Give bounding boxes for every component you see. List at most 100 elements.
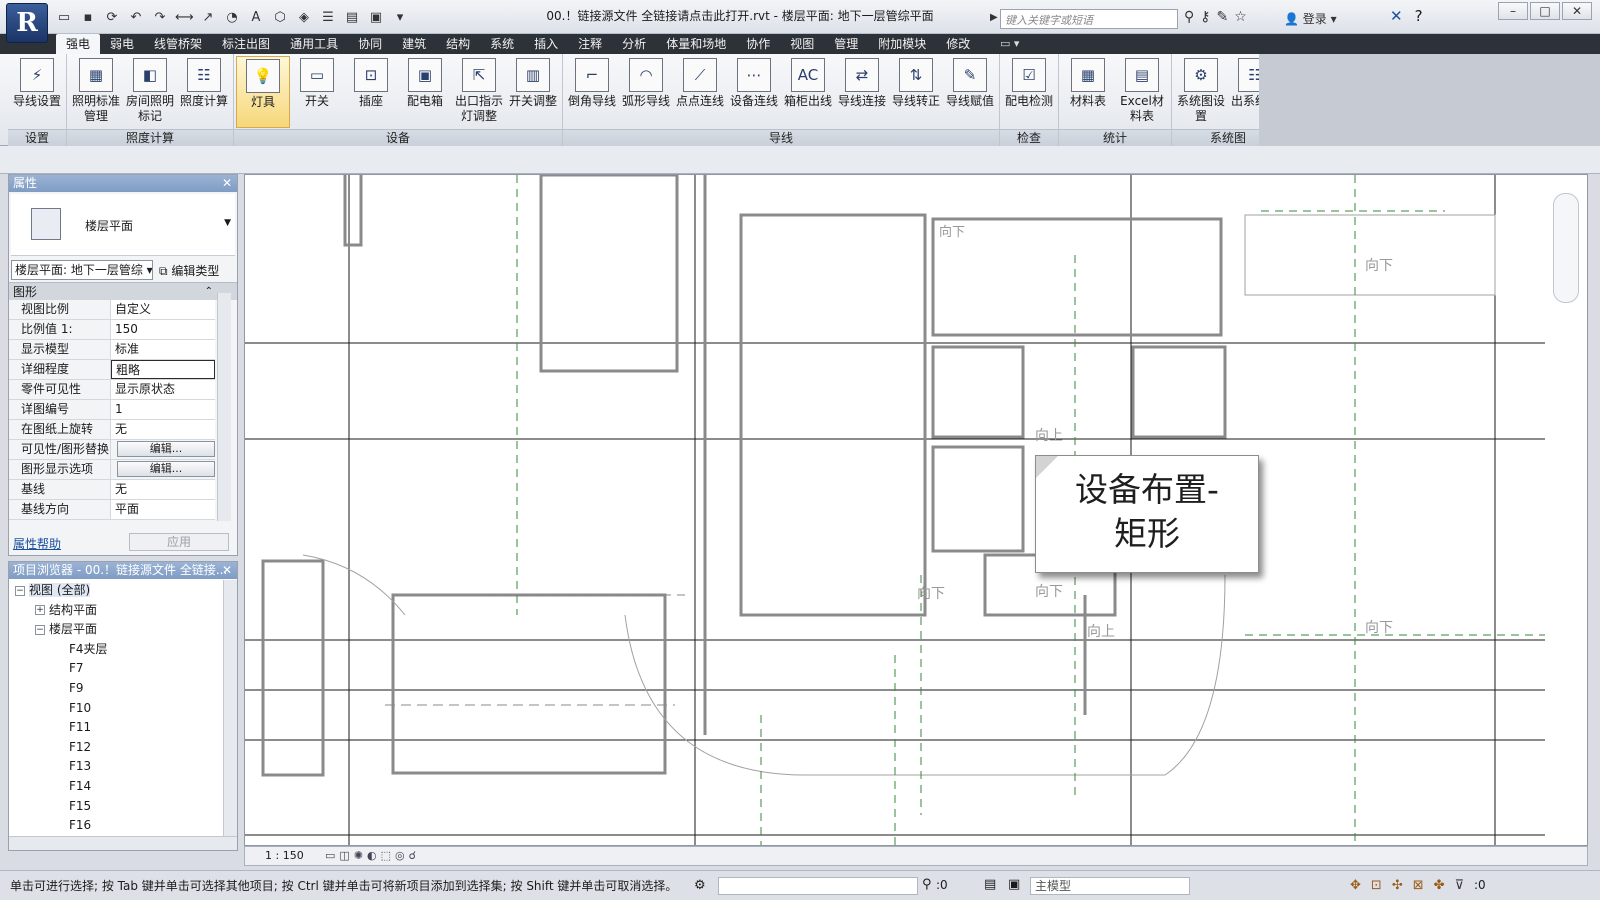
design-options-icon[interactable]: ▤: [984, 877, 996, 892]
tab-16[interactable]: 附加模块: [868, 34, 936, 54]
ribbon-tool-button[interactable]: AC 箱柜出线: [781, 56, 835, 128]
selection-filter-icon[interactable]: ⚲: [922, 877, 932, 892]
tab-11[interactable]: 分析: [612, 34, 656, 54]
ribbon-tool-button[interactable]: ✎ 导线赋值: [943, 56, 997, 128]
ribbon-tool-button[interactable]: ⊡ 插座: [344, 56, 398, 128]
ribbon-tool-button[interactable]: ⚙ 系统图设置: [1174, 56, 1228, 128]
tab-5[interactable]: 协同: [348, 34, 392, 54]
property-value[interactable]: 编辑...: [111, 440, 215, 459]
property-value[interactable]: 显示原状态: [111, 380, 215, 399]
drawing-area[interactable]: 向下 向下 向上 向下 向下 向上 向下: [244, 174, 1588, 846]
edit-button[interactable]: 编辑...: [117, 441, 215, 457]
tag-icon[interactable]: ◔: [222, 8, 242, 26]
property-value[interactable]: 1: [111, 400, 215, 419]
filter-icon[interactable]: ⊽: [1455, 878, 1465, 893]
ribbon-tool-button[interactable]: ⇄ 导线连接: [835, 56, 889, 128]
properties-help-link[interactable]: 属性帮助: [13, 535, 61, 552]
thin-lines-icon[interactable]: ☰: [318, 8, 338, 26]
ribbon-tool-button[interactable]: ▣ 配电箱: [398, 56, 452, 128]
browser-node[interactable]: F11: [9, 718, 237, 738]
communication-icon[interactable]: ✎: [1217, 9, 1229, 25]
text-icon[interactable]: A: [246, 8, 266, 26]
view-scale[interactable]: 1 : 150: [265, 849, 304, 862]
minimize-button[interactable]: –: [1498, 2, 1528, 20]
browser-node[interactable]: F10: [9, 699, 237, 719]
browser-node[interactable]: − 楼层平面: [9, 620, 237, 640]
3d-view-icon[interactable]: ⬡: [270, 8, 290, 26]
property-value[interactable]: 150: [111, 320, 215, 339]
ribbon-tool-button[interactable]: ◧ 房间照明标记: [123, 56, 177, 128]
browser-node[interactable]: F12: [9, 738, 237, 758]
workset-select[interactable]: [718, 877, 918, 895]
property-value[interactable]: 无: [111, 480, 215, 499]
sync-icon[interactable]: ⟳: [102, 8, 122, 26]
tab-9[interactable]: 插入: [524, 34, 568, 54]
tab-6[interactable]: 建筑: [392, 34, 436, 54]
tab-2[interactable]: 线管桥架: [144, 34, 212, 54]
ribbon-tool-button[interactable]: ⇅ 导线转正: [889, 56, 943, 128]
subscription-icon[interactable]: ⚷: [1200, 9, 1210, 25]
ribbon-tool-button[interactable]: ⇱ 出口指示灯调整: [452, 56, 506, 128]
switch-windows-icon[interactable]: ▣: [366, 8, 386, 26]
sun-path-icon[interactable]: ✺: [354, 849, 363, 862]
close-hidden-icon[interactable]: ▤: [342, 8, 362, 26]
section-icon[interactable]: ◈: [294, 8, 314, 26]
apply-button[interactable]: 应用: [129, 533, 229, 551]
customize-qat-icon[interactable]: ▾: [390, 8, 410, 26]
tab-17[interactable]: 修改: [936, 34, 980, 54]
browser-node[interactable]: F13: [9, 757, 237, 777]
ribbon-tool-button[interactable]: ▤ Excel材料表: [1115, 56, 1169, 128]
editable-only-icon[interactable]: ▣: [1008, 877, 1020, 892]
exchange-apps-icon[interactable]: ✕: [1390, 7, 1403, 25]
select-underlay-icon[interactable]: ⊡: [1371, 878, 1382, 893]
login-button[interactable]: 👤 登录 ▾: [1284, 10, 1337, 27]
maximize-button[interactable]: □: [1530, 2, 1560, 20]
drag-elements-icon[interactable]: ✤: [1434, 878, 1445, 893]
ribbon-tool-button[interactable]: ▭ 开关: [290, 56, 344, 128]
application-menu-button[interactable]: R: [6, 3, 48, 43]
edit-type-button[interactable]: ⧉ 编辑类型: [159, 262, 219, 279]
select-pinned-icon[interactable]: ✣: [1392, 878, 1403, 893]
tab-0[interactable]: 强电: [56, 34, 101, 54]
temporary-hide-icon[interactable]: ◎: [395, 849, 405, 862]
collapse-icon[interactable]: −: [35, 624, 45, 635]
reveal-hidden-icon[interactable]: ☌: [409, 849, 416, 862]
tab-15[interactable]: 管理: [824, 34, 868, 54]
search-input[interactable]: 键入关键字或短语: [1000, 9, 1178, 29]
select-by-face-icon[interactable]: ⊠: [1413, 878, 1424, 893]
ribbon-tool-button[interactable]: ⟋ 点点连线: [673, 56, 727, 128]
property-value[interactable]: 编辑...: [111, 460, 215, 479]
search-binoculars-icon[interactable]: ⚲: [1184, 9, 1194, 25]
measure-icon[interactable]: ⟷: [174, 8, 194, 26]
browser-node[interactable]: − 视图 (全部): [9, 581, 237, 601]
redo-icon[interactable]: ↷: [150, 8, 170, 26]
browser-node[interactable]: + 结构平面: [9, 601, 237, 621]
property-value[interactable]: 自定义: [111, 300, 215, 319]
tab-7[interactable]: 结构: [436, 34, 480, 54]
ribbon-tool-button[interactable]: ⌐ 倒角导线: [565, 56, 619, 128]
properties-scrollbar[interactable]: [217, 293, 231, 521]
browser-node[interactable]: F16: [9, 816, 237, 836]
browser-node[interactable]: F4夹层: [9, 640, 237, 660]
ribbon-tool-button[interactable]: ☷ 照度计算: [177, 56, 231, 128]
minimize-ribbon-icon[interactable]: ▭ ▾: [1000, 37, 1019, 50]
ribbon-tool-button[interactable]: ▦ 照明标准管理: [69, 56, 123, 128]
ribbon-tool-button[interactable]: ▥ 开关调整: [506, 56, 560, 128]
ribbon-tool-button[interactable]: ◠ 弧形导线: [619, 56, 673, 128]
visual-style-icon[interactable]: ◫: [339, 849, 349, 862]
tab-12[interactable]: 体量和场地: [656, 34, 736, 54]
open-icon[interactable]: ▭: [54, 8, 74, 26]
close-button[interactable]: ✕: [1562, 2, 1592, 20]
shadows-icon[interactable]: ◐: [367, 849, 377, 862]
browser-scrollbar[interactable]: [223, 580, 237, 836]
tab-10[interactable]: 注释: [568, 34, 612, 54]
search-expand-icon[interactable]: ▶: [990, 12, 998, 23]
browser-node[interactable]: F15: [9, 797, 237, 817]
ribbon-tool-button[interactable]: ⚡ 导线设置: [10, 56, 64, 128]
worksets-icon[interactable]: ⚙: [694, 878, 706, 893]
property-value[interactable]: 标准: [111, 340, 215, 359]
detail-level-icon[interactable]: ▭: [325, 849, 335, 862]
ribbon-tool-button[interactable]: ▦ 材料表: [1061, 56, 1115, 128]
ribbon-tool-button[interactable]: 💡 灯具: [236, 56, 290, 128]
close-icon[interactable]: ✕: [222, 175, 232, 192]
